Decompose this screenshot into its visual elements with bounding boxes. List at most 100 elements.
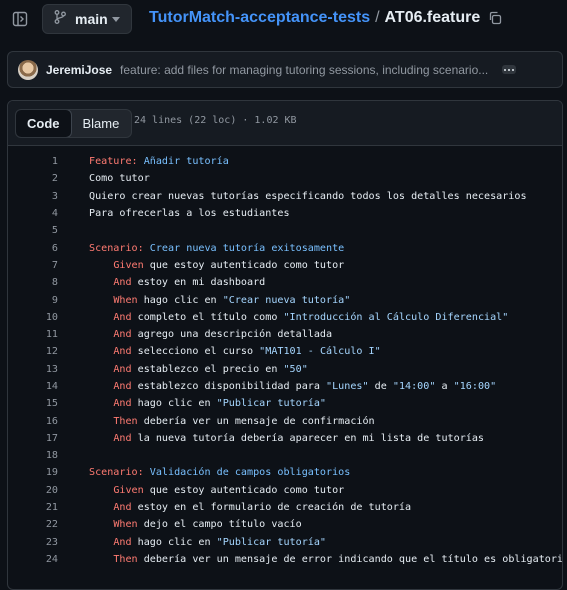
tab-blame[interactable]: Blame [71,110,132,137]
avatar[interactable] [18,59,38,80]
token-kw: And [113,398,132,410]
line-code: And selecciono el curso "MAT101 - Cálcul… [89,346,381,358]
repo-link[interactable]: TutorMatch-acceptance-tests [149,9,370,27]
tab-code[interactable]: Code [16,110,72,137]
token-text: hago clic en [137,294,223,306]
copy-path-icon[interactable] [488,10,504,26]
token-text: estoy en mi dashboard [131,277,266,289]
line-code: And estoy en mi dashboard [89,277,265,288]
line-number[interactable]: 24 [8,554,58,565]
line-number[interactable]: 18 [8,450,58,461]
token-text: selecciono el curso [131,346,260,358]
token-s3: "16:00" [453,381,497,392]
code-lines: 1 Feature: Añadir tutoría 2 Como tutor 3 Quie… [8,153,563,568]
token-text: establezco disponibilidad para [131,381,327,392]
line-number[interactable]: 17 [8,433,58,444]
line-number[interactable]: 23 [8,537,58,548]
line-code: And completo el título como "Introducció… [89,312,508,323]
token-kw: Given [113,484,144,496]
line-code: Quiero crear nuevas tutorías especifican… [89,191,527,202]
line-number[interactable]: 6 [8,243,58,254]
code-line: 1 Feature: Añadir tutoría [8,153,562,170]
line-number[interactable]: 3 [8,191,58,202]
branch-name: main [75,11,108,27]
token-ind [89,346,113,357]
line-number[interactable]: 21 [8,502,58,513]
file-name: AT06.feature [384,9,481,26]
token-str: "Introducción al Cálculo Diferencial" [283,311,509,323]
token-s2: "14:00" [392,381,436,392]
token-ind [89,329,113,340]
line-code: Scenario: Crear nueva tutoría exitosamen… [89,243,344,254]
line-number[interactable]: 16 [8,416,58,427]
line-number[interactable]: 4 [8,208,58,219]
line-code: Feature: Añadir tutoría [89,156,229,167]
line-number[interactable]: 12 [8,346,58,357]
token-kw: And [113,277,132,289]
token-ind [89,312,113,323]
line-code: And estoy en el formulario de creación d… [89,502,411,513]
token-str: "Publicar tutoría" [216,398,327,410]
line-number[interactable]: 2 [8,173,58,184]
code-line: 9 When hago clic en "Crear nueva tutoría… [8,291,562,308]
commit-message[interactable]: feature: add files for managing tutoring… [120,63,504,77]
commit-author[interactable]: JeremiJose [46,63,112,77]
token-text: debería ver un mensaje de error indicand… [137,553,563,565]
line-number[interactable]: 15 [8,398,58,409]
code-line: 7 Given que estoy autenticado como tutor [8,257,562,274]
code-line: 5 [8,222,562,239]
token-kw: And [113,502,132,514]
token-text: estoy en el formulario de creación de tu… [131,502,412,514]
line-number[interactable]: 5 [8,225,58,236]
token-str: "Crear nueva tutoría" [222,294,351,306]
token-kw: Feature: [89,156,138,168]
line-number[interactable]: 22 [8,519,58,530]
line-number[interactable]: 19 [8,467,58,478]
line-code: Given que estoy autenticado como tutor [89,260,344,271]
branch-selector-button[interactable]: main [42,4,132,34]
code-view-header: Code Blame 24 lines (22 loc) · 1.02 KB [8,101,562,146]
token-ind [89,554,113,565]
sidebar-expand-icon[interactable] [7,6,33,32]
expand-commit-message-icon[interactable] [502,65,516,74]
token-kw: And [113,363,132,375]
token-kw: Then [113,415,138,427]
code-line: 14 And establezco disponibilidad para "L… [8,378,562,395]
token-kw: And [113,329,132,341]
line-number[interactable]: 14 [8,381,58,392]
code-line: 10 And completo el título como "Introduc… [8,309,562,326]
line-number[interactable]: 10 [8,312,58,323]
token-ind [89,381,113,392]
line-number[interactable]: 7 [8,260,58,271]
code-line: 21 And estoy en el formulario de creació… [8,499,562,516]
line-number[interactable]: 9 [8,295,58,306]
token-ind [89,416,113,427]
line-code: And hago clic en "Publicar tutoría" [89,398,326,409]
token-ind [89,277,113,288]
line-number[interactable]: 20 [8,485,58,496]
code-line: 20 Given que estoy autenticado como tuto… [8,482,562,499]
line-number[interactable]: 13 [8,364,58,375]
line-code: Then debería ver un mensaje de confirmac… [89,415,374,427]
token-ind [89,295,113,306]
code-line: 15 And hago clic en "Publicar tutoría" [8,395,562,412]
code-line: 3 Quiero crear nuevas tutorías especifica… [8,188,562,205]
token-text: Para ofrecerlas a los estudiantes [89,208,290,220]
token-ind [89,502,113,513]
line-number[interactable]: 1 [8,156,58,167]
token-text: Quiero crear nuevas tutorías especifican… [89,190,527,202]
token-kw: Given [113,259,144,271]
line-number[interactable]: 8 [8,277,58,288]
token-ind [89,398,113,409]
token-kw: When [113,294,138,306]
line-code: When hago clic en "Crear nueva tutoría" [89,295,350,306]
line-code: And agrego una descripción detallada [89,329,332,340]
code-line: 4 Para ofrecerlas a los estudiantes [8,205,562,222]
token-t2: de [368,381,393,392]
code-line: 17 And la nueva tutoría debería aparecer… [8,430,562,447]
token-ind [89,260,113,271]
line-number[interactable]: 11 [8,329,58,340]
file-meta: 24 lines (22 loc) · 1.02 KB [134,115,297,126]
token-str: "MAT101 - Cálculo I" [259,346,381,358]
line-code: And hago clic en "Publicar tutoría" [89,537,326,548]
